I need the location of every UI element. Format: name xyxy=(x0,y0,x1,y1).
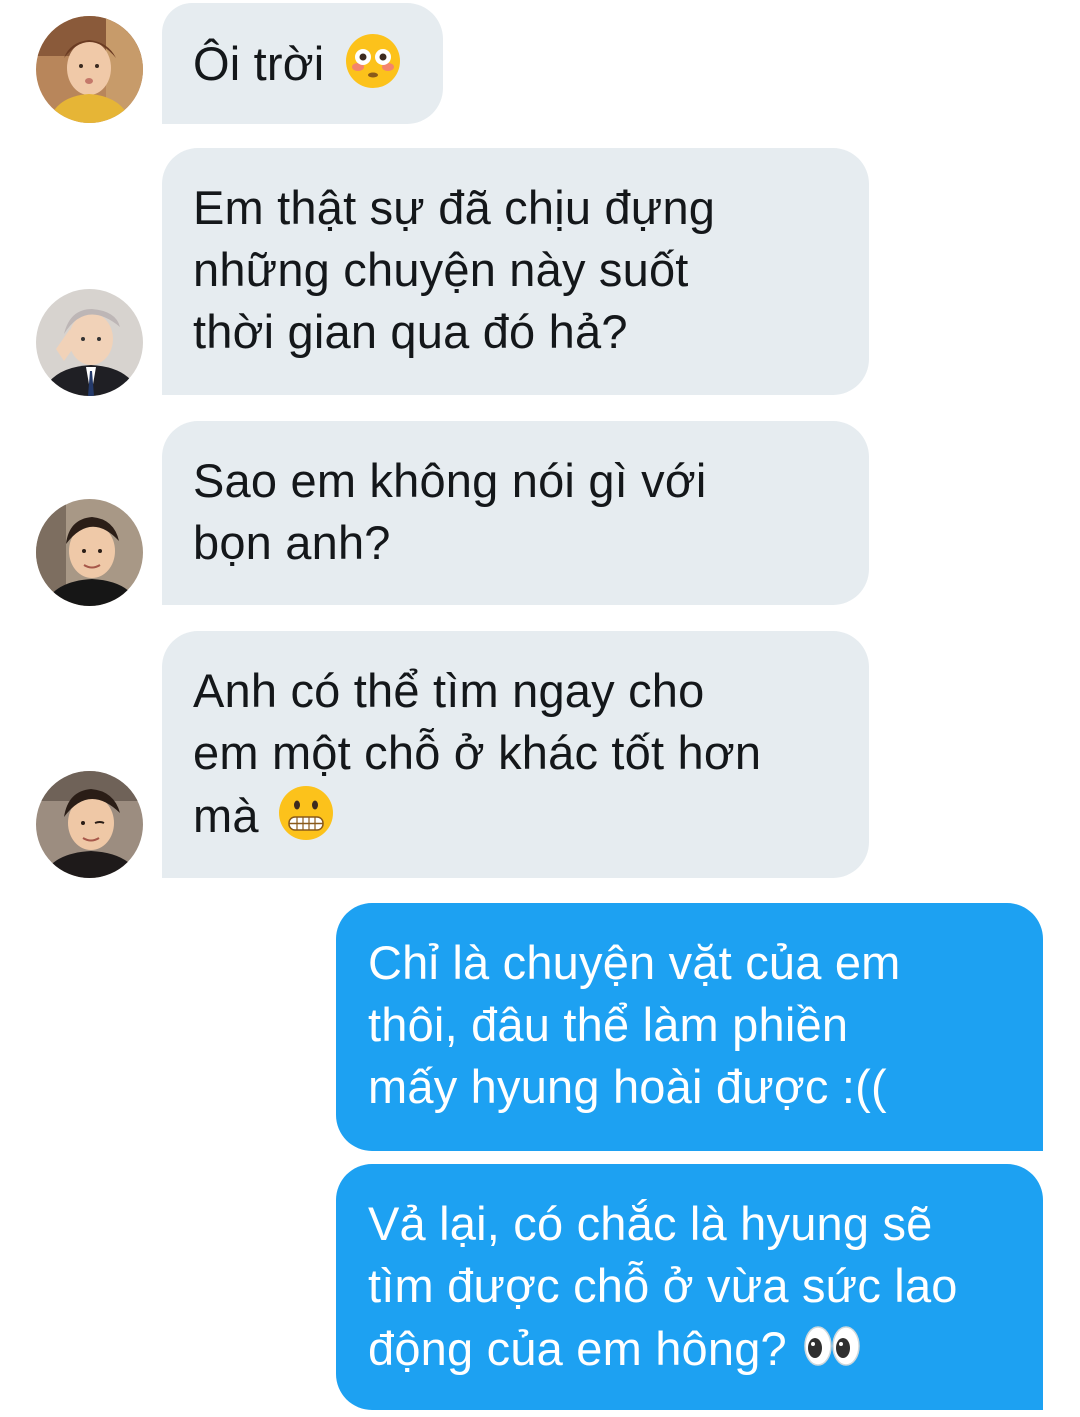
sender-avatar[interactable] xyxy=(36,771,143,878)
message-bubble[interactable]: Sao em không nói gì với bọn anh? xyxy=(162,421,869,605)
message-text-line: Em thật sự đã chịu đựng xyxy=(193,181,716,234)
sender-avatar[interactable] xyxy=(36,289,143,396)
message-text-line: Chỉ là chuyện vặt của em xyxy=(368,936,901,989)
message-text-line: Sao em không nói gì với xyxy=(193,454,707,507)
message-text-line: Anh có thể tìm ngay cho xyxy=(193,664,705,717)
message-bubble[interactable]: Anh có thể tìm ngay cho em một chỗ ở khá… xyxy=(162,631,869,878)
grimacing-face-emoji xyxy=(277,784,335,842)
message-text-segment: mà xyxy=(193,789,259,842)
message-text-line: mấy hyung hoài được :(( xyxy=(368,1060,887,1113)
message-text-line: Vả lại, có chắc là hyung sẽ xyxy=(368,1197,933,1250)
message-text-segment: động của em hông? xyxy=(368,1322,787,1375)
sender-avatar[interactable] xyxy=(36,499,143,606)
message-text-line: em một chỗ ở khác tốt hơn xyxy=(193,726,762,779)
message-text-line: thời gian qua đó hả? xyxy=(193,305,628,358)
message-bubble[interactable]: Ôi trời xyxy=(162,3,443,124)
message-text-line: động của em hông? xyxy=(368,1317,1013,1380)
message-text-line: Ôi trời xyxy=(193,37,325,90)
message-text-line: thôi, đâu thể làm phiền xyxy=(368,998,849,1051)
message-text-line: bọn anh? xyxy=(193,516,391,569)
sender-avatar[interactable] xyxy=(36,16,143,123)
message-text-line: những chuyện này suốt xyxy=(193,243,689,296)
message-bubble[interactable]: Em thật sự đã chịu đựng những chuyện này… xyxy=(162,148,869,395)
flushed-face-emoji xyxy=(344,32,402,90)
message-bubble[interactable]: Vả lại, có chắc là hyung sẽ tìm được chỗ… xyxy=(336,1164,1043,1410)
eyes-emoji xyxy=(801,1317,863,1375)
message-text-line: tìm được chỗ ở vừa sức lao xyxy=(368,1259,958,1312)
message-text-line: mà xyxy=(193,784,839,847)
message-bubble[interactable]: Chỉ là chuyện vặt của em thôi, đâu thể l… xyxy=(336,903,1043,1151)
